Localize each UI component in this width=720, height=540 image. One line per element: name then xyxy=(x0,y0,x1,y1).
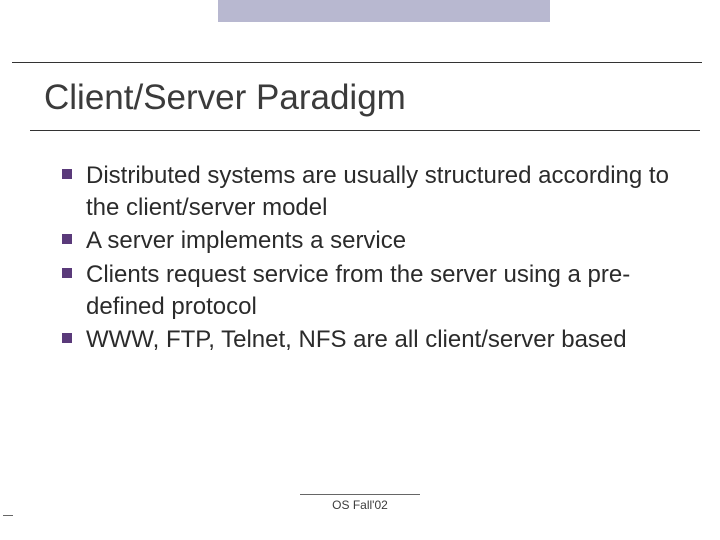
list-item: Distributed systems are usually structur… xyxy=(62,160,672,223)
bullet-icon xyxy=(62,169,72,179)
list-item: A server implements a service xyxy=(62,225,672,257)
bullet-text: Clients request service from the server … xyxy=(86,261,630,320)
list-item: Clients request service from the server … xyxy=(62,259,672,322)
footer-rule xyxy=(300,494,420,495)
footer-text: OS Fall'02 xyxy=(0,498,720,512)
bullet-text: A server implements a service xyxy=(86,227,406,254)
bullet-text: WWW, FTP, Telnet, NFS are all client/ser… xyxy=(86,326,627,353)
bullet-icon xyxy=(62,268,72,278)
slide-title: Client/Server Paradigm xyxy=(44,78,406,118)
bullet-list: Distributed systems are usually structur… xyxy=(62,160,672,358)
top-accent-bar xyxy=(218,0,550,22)
bullet-text: Distributed systems are usually structur… xyxy=(86,162,669,221)
bullet-icon xyxy=(62,234,72,244)
list-item: WWW, FTP, Telnet, NFS are all client/ser… xyxy=(62,324,672,356)
title-rule xyxy=(30,130,700,131)
top-rule xyxy=(12,62,702,63)
bullet-icon xyxy=(62,333,72,343)
left-tick xyxy=(3,515,13,516)
